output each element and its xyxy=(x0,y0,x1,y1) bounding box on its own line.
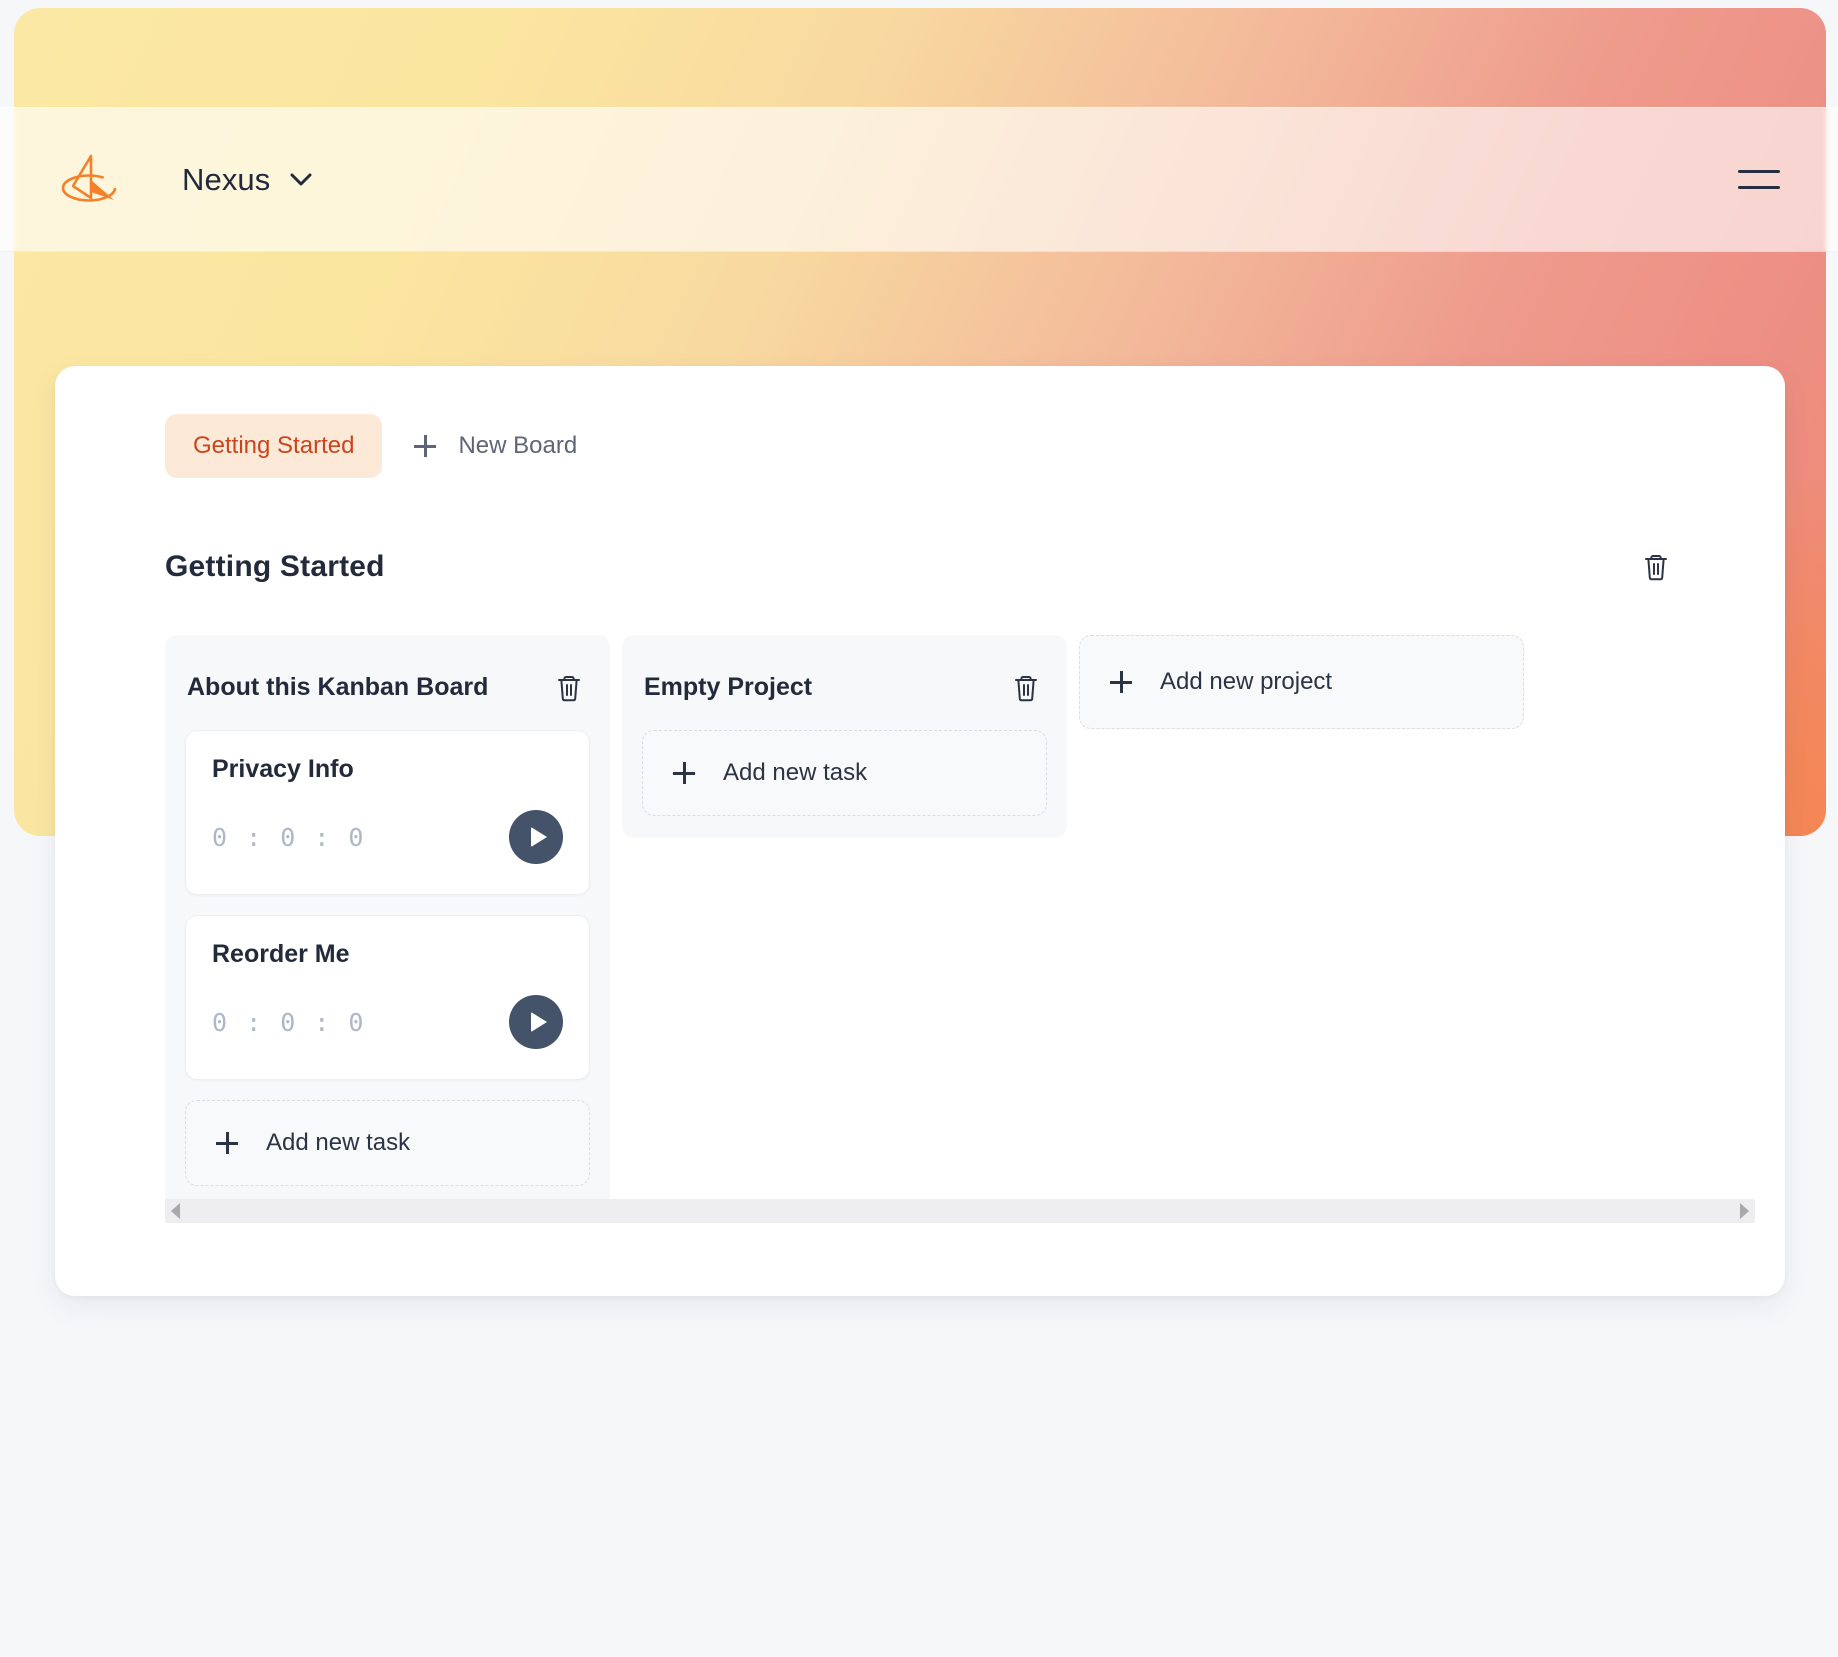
add-new-task-label: Add new task xyxy=(266,1129,411,1156)
tab-getting-started[interactable]: Getting Started xyxy=(165,414,383,478)
task-timer[interactable]: 0 : 0 : 0 xyxy=(212,823,365,852)
task-card[interactable]: Reorder Me 0 : 0 : 0 xyxy=(185,915,590,1080)
caret-right-icon[interactable] xyxy=(1740,1203,1749,1219)
plus-icon xyxy=(216,1132,238,1154)
add-new-project-button[interactable]: Add new project xyxy=(1079,635,1524,729)
project-header: Empty Project xyxy=(642,649,1047,730)
app-header: Nexus xyxy=(0,107,1838,252)
task-footer: 0 : 0 : 0 xyxy=(212,995,563,1053)
add-project-column: Add new project xyxy=(1079,635,1524,729)
add-new-task-button[interactable]: Add new task xyxy=(642,730,1047,816)
plus-icon xyxy=(1110,671,1132,693)
header-left-group: Nexus xyxy=(0,152,312,208)
play-icon xyxy=(530,1012,547,1032)
add-new-project-label: Add new project xyxy=(1160,668,1333,695)
workspace-selector[interactable]: Nexus xyxy=(182,162,312,198)
delete-board-button[interactable] xyxy=(1637,546,1675,587)
start-timer-button[interactable] xyxy=(509,995,563,1049)
play-icon xyxy=(530,827,547,847)
delete-project-button[interactable] xyxy=(1007,667,1045,708)
board-tab-bar: Getting Started New Board xyxy=(55,414,1785,478)
trash-icon xyxy=(1013,673,1039,702)
start-timer-button[interactable] xyxy=(509,810,563,864)
plus-icon xyxy=(414,435,437,457)
task-footer: 0 : 0 : 0 xyxy=(212,810,563,868)
project-title: About this Kanban Board xyxy=(187,673,489,701)
project-header: About this Kanban Board xyxy=(185,649,590,730)
project-title: Empty Project xyxy=(644,673,813,701)
chevron-down-icon xyxy=(290,173,312,186)
task-timer[interactable]: 0 : 0 : 0 xyxy=(212,1008,365,1037)
delete-project-button[interactable] xyxy=(550,667,588,708)
add-new-task-label: Add new task xyxy=(723,759,868,786)
project-column: Empty Project Add new task xyxy=(622,635,1067,838)
trash-icon xyxy=(556,673,582,702)
caret-left-icon[interactable] xyxy=(171,1203,180,1219)
board-header: Getting Started xyxy=(55,478,1785,587)
nexus-sail-logo xyxy=(58,152,182,208)
add-new-task-button[interactable]: Add new task xyxy=(185,1100,590,1186)
new-board-label: New Board xyxy=(458,432,578,459)
horizontal-scrollbar[interactable] xyxy=(165,1199,1755,1223)
task-card[interactable]: Privacy Info 0 : 0 : 0 xyxy=(185,730,590,895)
project-columns: About this Kanban Board Privacy Info 0:… xyxy=(55,587,1785,1208)
board-title: Getting Started xyxy=(165,549,385,583)
hamburger-line xyxy=(1738,170,1780,173)
brand-name: Nexus xyxy=(182,161,271,197)
task-title: Reorder Me xyxy=(212,940,350,968)
hamburger-menu-icon[interactable] xyxy=(1738,165,1780,195)
project-column: About this Kanban Board Privacy Info 0:… xyxy=(165,635,610,1208)
trash-icon xyxy=(1643,552,1669,581)
kanban-card: Getting Started New Board Getting Starte… xyxy=(55,366,1785,1296)
task-title: Privacy Info xyxy=(212,755,354,783)
plus-icon xyxy=(673,762,695,784)
hamburger-line xyxy=(1738,186,1780,189)
new-board-button[interactable]: New Board xyxy=(404,414,587,478)
